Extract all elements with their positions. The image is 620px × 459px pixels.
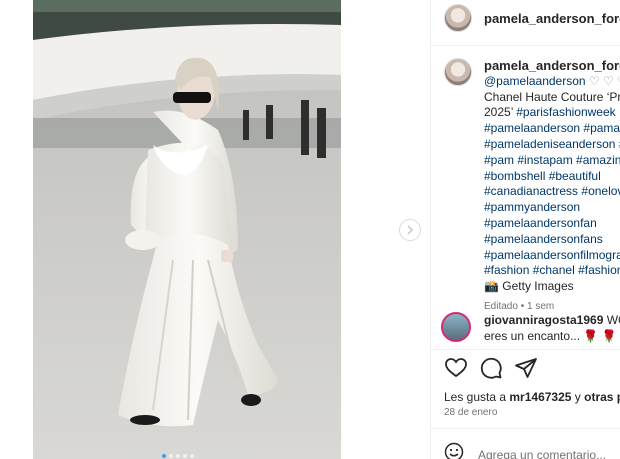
carousel-dot <box>183 454 187 458</box>
hashtag-line[interactable]: #pamelaandersonfans <box>484 232 603 246</box>
chevron-right-icon <box>407 225 414 235</box>
post-header: pamela_anderson_forever <box>444 4 620 32</box>
carousel-dots <box>162 454 194 458</box>
actions-divider <box>431 349 620 350</box>
comment-item: giovanniragosta1969 WOW eres un encanto.… <box>441 312 620 344</box>
likes-others-link[interactable]: otras pers <box>584 390 620 404</box>
heart-icon <box>445 358 467 378</box>
left-margin <box>0 0 33 459</box>
mention-link[interactable]: @pamelaanderson <box>484 74 589 88</box>
caption-avatar[interactable] <box>444 58 472 86</box>
likes-and: y <box>571 390 585 404</box>
paper-plane-icon <box>515 358 537 378</box>
post-date[interactable]: 28 de enero <box>444 407 497 418</box>
comment-button[interactable] <box>479 356 503 380</box>
post-photo[interactable] <box>33 0 341 459</box>
next-photo-button[interactable] <box>399 219 421 241</box>
carousel-dot <box>190 454 194 458</box>
comment-input-divider <box>431 428 620 429</box>
share-button[interactable] <box>514 356 538 380</box>
hashtag-line[interactable]: #pameladeniseanderson #p <box>484 137 620 151</box>
post-side-panel: pamela_anderson_forever pamela_anderson_… <box>430 0 620 459</box>
add-comment-row <box>444 442 620 459</box>
caption-text: pamela_anderson_forever @pamelaanderson … <box>484 58 620 315</box>
runway-photo <box>33 0 341 459</box>
hashtag-line[interactable]: #canadianactress #onelove <box>484 184 620 198</box>
caption-year: 2025’ <box>484 105 517 120</box>
header-divider <box>431 45 620 46</box>
hashtag-line[interactable]: #pam #instapam #amazing <box>484 153 620 167</box>
commenter-username[interactable]: giovanniragosta1969 <box>484 313 603 327</box>
comment-text: giovanniragosta1969 WOW eres un encanto.… <box>484 312 620 344</box>
rose-emojis: 🌹 🌹 🌹 <box>583 329 620 343</box>
hashtag-line[interactable]: #pammyanderson <box>484 200 580 214</box>
likes-summary: Les gusta a mr1467325 y otras pers <box>444 390 620 404</box>
hashtag-link[interactable]: #parisfashionweek <box>516 105 615 119</box>
carousel-dot-active <box>162 454 166 458</box>
caption-line: Chanel Haute Couture ‘Prin <box>484 89 620 104</box>
header-username[interactable]: pamela_anderson_forever <box>484 11 620 26</box>
comment-line2: eres un encanto... <box>484 329 581 343</box>
caption-username[interactable]: pamela_anderson_forever <box>484 58 620 74</box>
photo-credit: 📸 Getty Images <box>484 279 574 294</box>
hashtag-line[interactable]: #pamelaandersonfan <box>484 216 597 230</box>
comment-input[interactable] <box>478 447 620 459</box>
comment-line1: WOW <box>606 313 620 327</box>
carousel-dot <box>176 454 180 458</box>
likes-prefix: Les gusta a <box>444 390 510 404</box>
hashtag-line[interactable]: #pamelaanderson #pamand <box>484 121 620 135</box>
caption-line: @pamelaanderson ♡ ♡ ♡ <box>484 74 620 88</box>
action-bar <box>444 356 538 380</box>
smiley-icon <box>444 442 464 459</box>
commenter-avatar[interactable] <box>441 312 471 342</box>
speech-bubble-icon <box>480 357 502 379</box>
hashtag-line[interactable]: #pamelaandersonfilmograph <box>484 248 620 262</box>
liker-username[interactable]: mr1467325 <box>509 390 571 404</box>
hashtag-line[interactable]: #fashion #chanel #fashionw <box>484 263 620 277</box>
heart-emojis: ♡ ♡ ♡ <box>588 73 620 88</box>
like-button[interactable] <box>444 356 468 380</box>
hashtag-line[interactable]: #bombshell #beautiful <box>484 169 601 183</box>
emoji-button[interactable] <box>444 442 464 459</box>
carousel-dot <box>169 454 173 458</box>
caption-line: 2025’ #parisfashionweek <box>484 105 616 119</box>
author-avatar[interactable] <box>444 4 472 32</box>
